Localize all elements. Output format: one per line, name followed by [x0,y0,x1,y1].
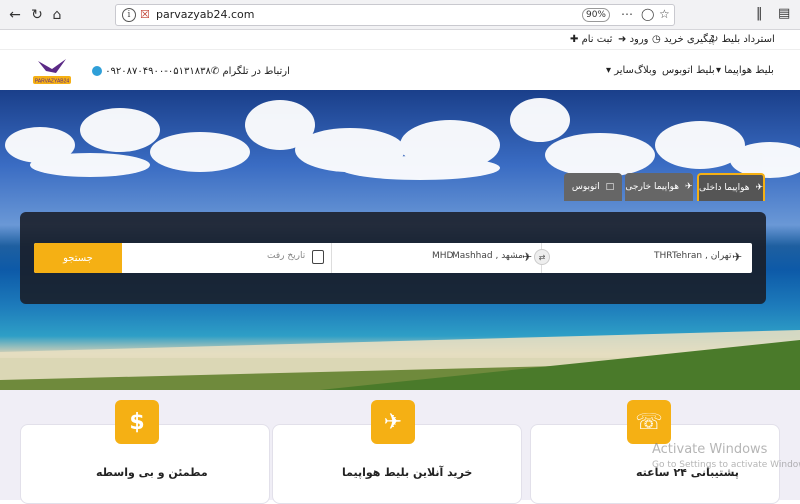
airplane-icon: ✈ [755,183,764,193]
feature-title-online: خرید آنلاین بلیط هواپیما [342,466,473,479]
departure-date-field[interactable]: تاریخ رفت [122,243,332,273]
menu-other-label: سایر [614,65,634,76]
origin-field[interactable]: THR Tehran , تهران ✈ [542,243,752,273]
airplane-icon: ✈ [685,182,693,192]
tab-foreign-label: هواپیما خارجی [625,182,680,192]
search-form: جستجو تاریخ رفت MHD Mashhad , مشهد ✈ ⇄ T… [34,243,752,273]
pocket-icon[interactable]: ◯ [641,7,654,21]
refund-label: استرداد بلیط [721,34,775,45]
site-header: PARVAZYAB24 ارتباط در تلگرام ✆۰۵۱۳۱۸۳۸-۰… [0,50,800,90]
tab-foreign-flight[interactable]: هواپیما خارجی ✈ [625,173,693,201]
windows-activation-watermark: Activate Windows Go to Settings to activ… [652,442,800,470]
menu-bus-label: بلیط اتوبوس [662,65,715,76]
tab-domestic-flight[interactable]: هواپیما داخلی ✈ [697,173,765,201]
reload-icon[interactable]: ↻ [28,6,46,24]
menu-blog-label: وبلاگ [634,65,657,76]
url-text[interactable]: parvazyab24.com [156,8,255,21]
logo[interactable]: PARVAZYAB24 [32,55,72,87]
watermark-line2: Go to Settings to activate Windows. [652,460,800,470]
search-button[interactable]: جستجو [34,243,122,273]
date-placeholder: تاریخ رفت [267,251,306,261]
search-panel: جستجو تاریخ رفت MHD Mashhad , مشهد ✈ ⇄ T… [20,212,766,304]
tab-bus[interactable]: اتوبوس □ [564,173,622,201]
register-label: ثبت نام [581,34,613,45]
refund-link[interactable]: ↻ استرداد بلیط [710,34,775,45]
calendar-icon [312,250,324,264]
headset-icon: ☏ [627,400,671,444]
info-icon[interactable]: i [122,8,136,22]
hero-banner: هواپیما داخلی ✈ هواپیما خارجی ✈ اتوبوس □… [0,90,800,390]
telegram-icon [92,66,102,76]
tab-domestic-label: هواپیما داخلی [698,183,750,193]
utility-bar: ↻ استرداد بلیط ◷ پیگیری خرید ➜ ورود ✚ ثب… [0,30,800,50]
phone-icon: ✆ [210,66,220,77]
register-link[interactable]: ✚ ثبت نام [570,34,612,45]
dollar-icon: $ [115,400,159,444]
menu-other[interactable]: ▾ سایر [606,65,634,76]
phone-number: ۰۵۱۳۱۸۳۸-۰۹۲۰۸۷۰۴۹۰۰ [105,66,211,77]
airplane-icon: ✈ [371,400,415,444]
track-purchase-label: پیگیری خرید [663,34,715,45]
menu-flight-label: بلیط هواپیما [724,65,774,76]
login-link[interactable]: ➜ ورود [618,34,649,45]
library-icon[interactable]: ‖ [756,6,763,21]
menu-flight[interactable]: ▾ بلیط هواپیما [716,65,774,76]
sidebar-icon[interactable]: ▤ [778,6,790,21]
telegram-label: ارتباط در تلگرام [222,66,290,77]
menu-bus[interactable]: بلیط اتوبوس [662,65,715,76]
swap-icon[interactable]: ⇄ [534,249,550,265]
more-actions-icon[interactable]: ⋯ [621,7,633,21]
watermark-line1: Activate Windows [652,442,768,457]
back-icon[interactable]: ← [6,6,24,24]
feature-title-trusted: مطمئن و بی واسطه [96,466,208,479]
plane-landing-icon: ✈ [522,250,533,264]
tab-bus-label: اتوبوس [571,182,600,192]
insecure-lock-icon[interactable]: ☒ [140,8,150,21]
destination-code: MHD [432,251,454,261]
address-bar[interactable]: i ☒ parvazyab24.com 90% ⋯ ◯ ☆ [115,4,675,26]
origin-value: Tehran , تهران [672,251,732,261]
origin-code: THR [654,251,673,261]
login-label: ورود [629,34,649,45]
menu-blog[interactable]: وبلاگ [634,65,657,76]
destination-value: Mashhad , مشهد [452,251,523,261]
plane-takeoff-icon: ✈ [732,250,743,264]
bus-icon: □ [605,182,615,192]
zoom-badge[interactable]: 90% [582,8,610,22]
logo-text: PARVAZYAB24 [35,79,70,85]
track-purchase-link[interactable]: ◷ پیگیری خرید [652,34,715,45]
browser-toolbar: ← ↻ ⌂ i ☒ parvazyab24.com 90% ⋯ ◯ ☆ ‖ ▤ [0,0,800,30]
bookmark-star-icon[interactable]: ☆ [659,7,670,21]
home-icon[interactable]: ⌂ [48,6,66,24]
contact-info[interactable]: ارتباط در تلگرام ✆۰۵۱۳۱۸۳۸-۰۹۲۰۸۷۰۴۹۰۰ [92,66,290,77]
destination-field[interactable]: MHD Mashhad , مشهد ✈ [332,243,542,273]
